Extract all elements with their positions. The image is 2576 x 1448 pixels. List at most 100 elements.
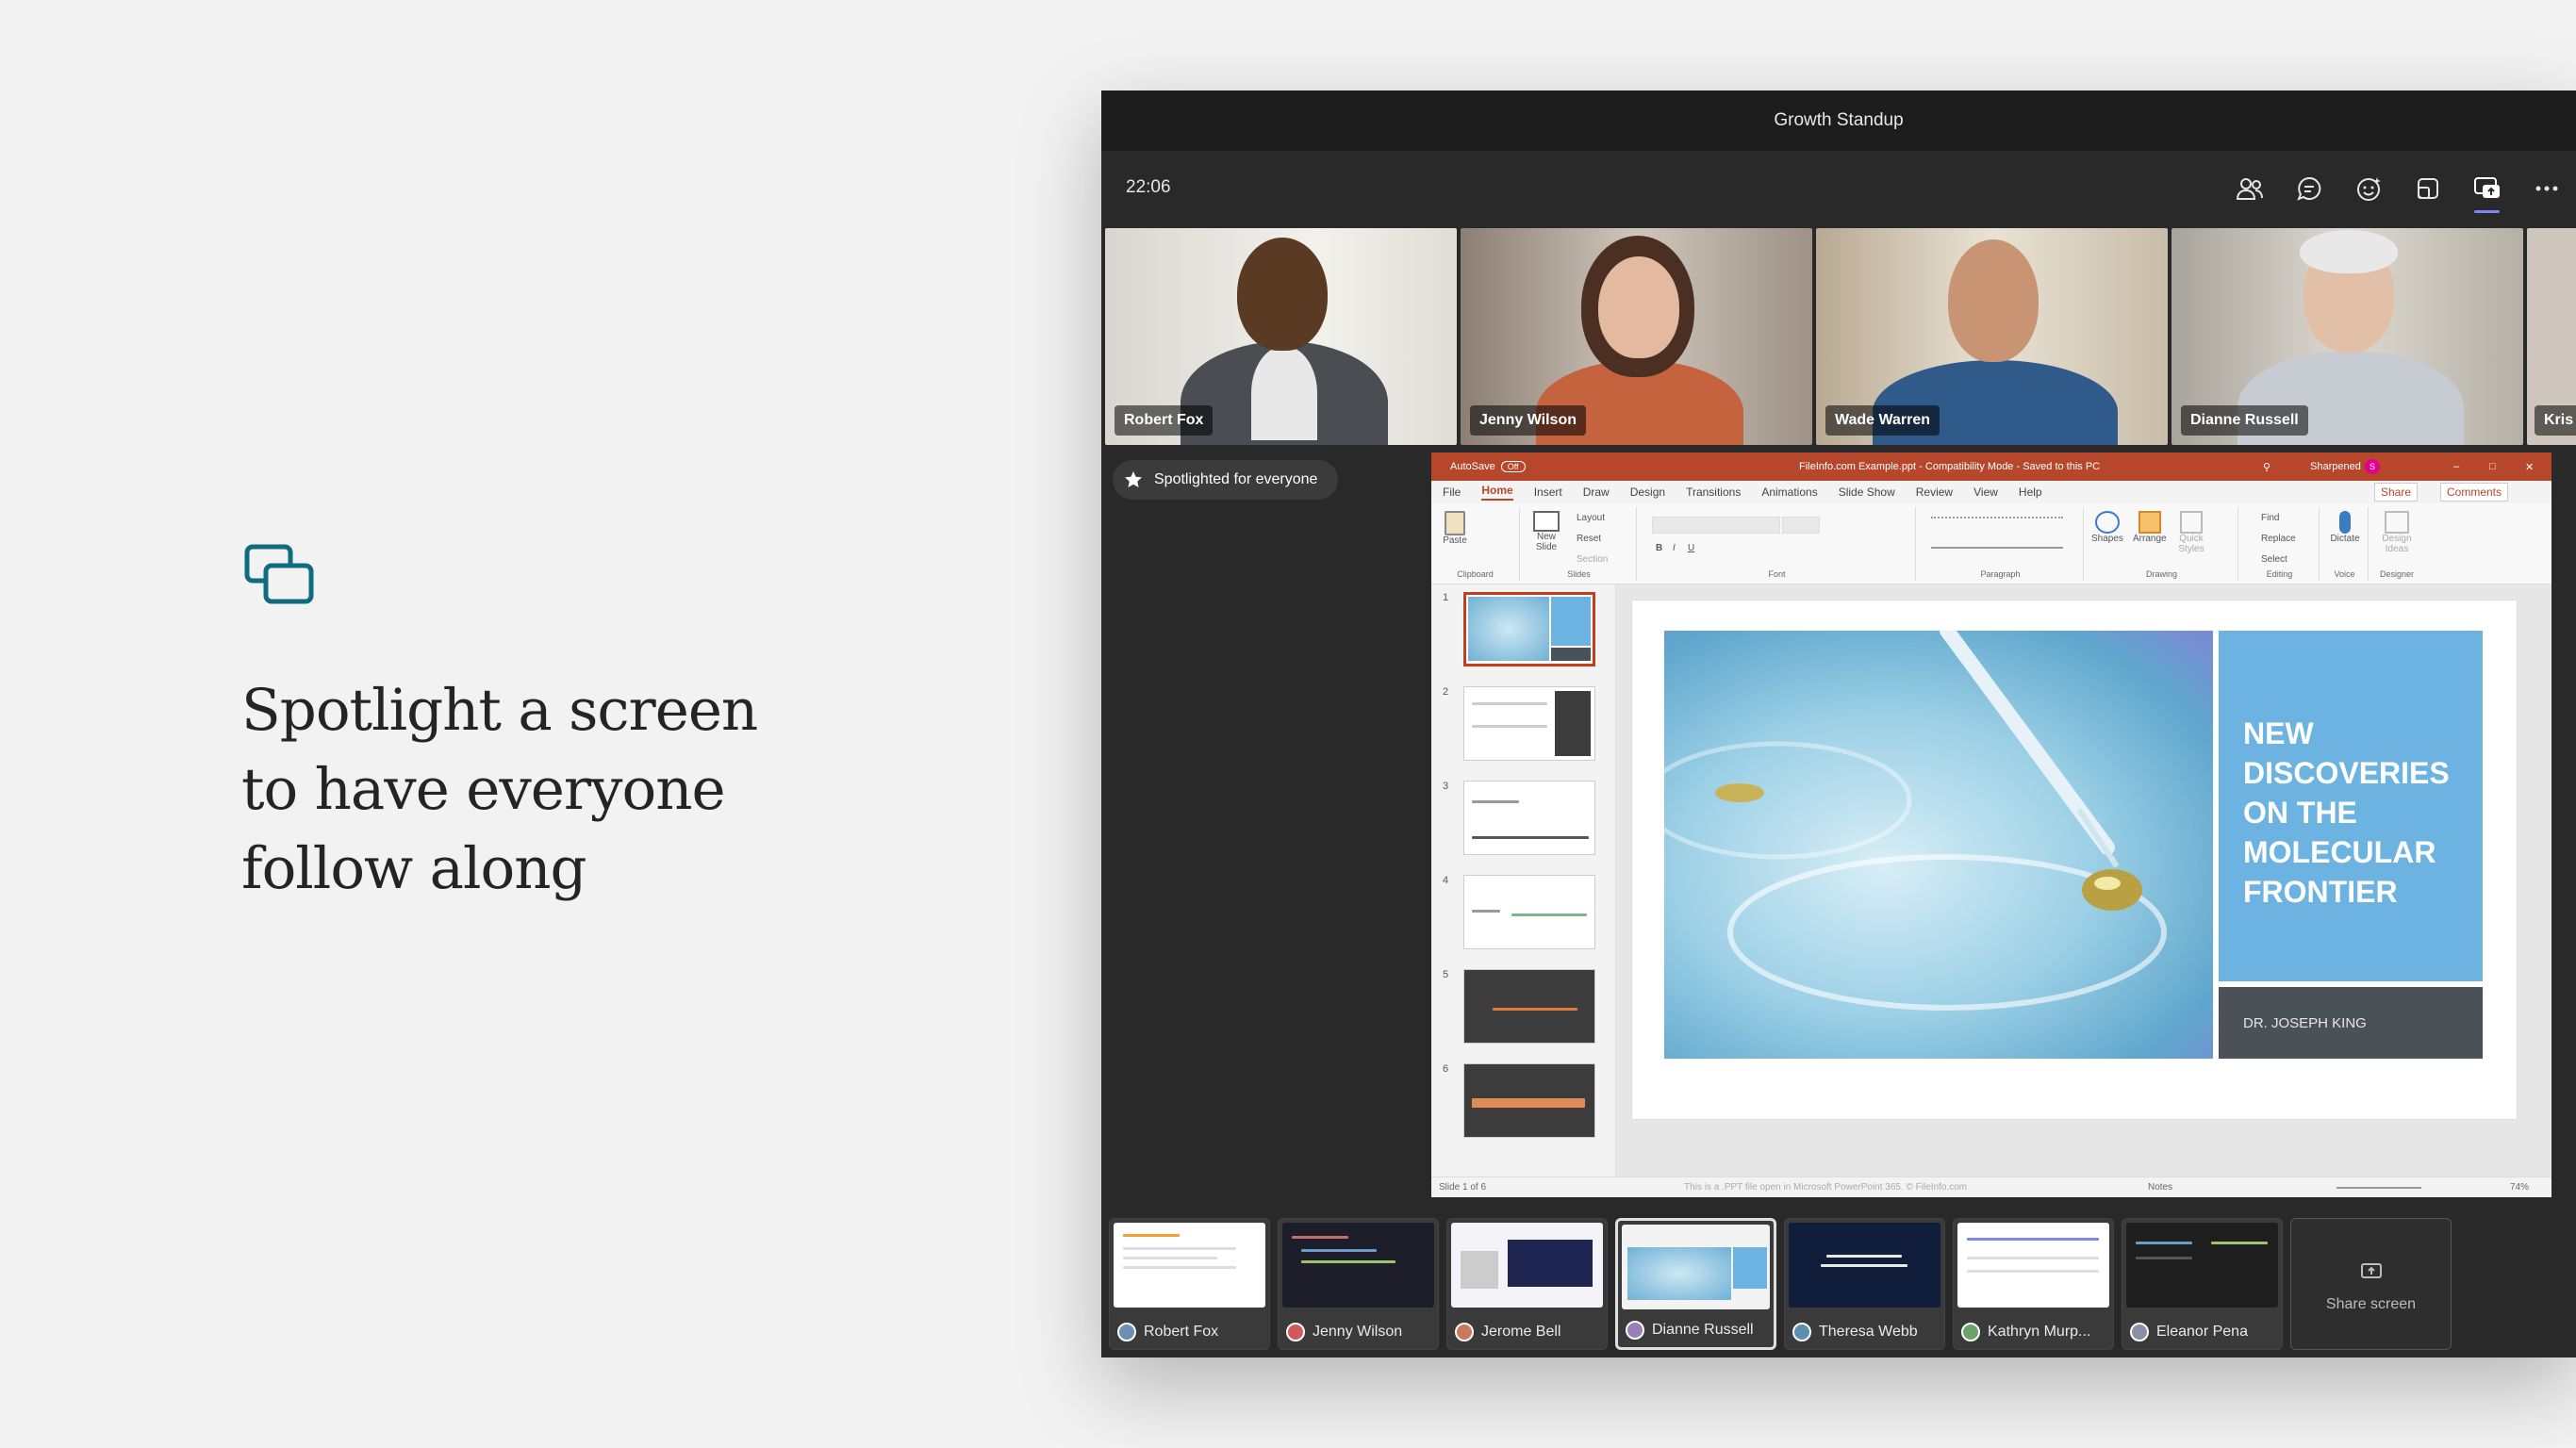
spotlight-badge[interactable]: Spotlighted for everyone (1113, 460, 1339, 500)
font-size-select[interactable] (1782, 517, 1820, 534)
ppt-user: Sharpened (2310, 461, 2361, 472)
ribbon-group-label: Clipboard (1457, 569, 1494, 579)
slide-author: DR. JOSEPH KING (2243, 1015, 2367, 1031)
sharer-name: Jerome Bell (1481, 1324, 1561, 1340)
shapes-label: Shapes (2091, 534, 2123, 544)
font-family-select[interactable] (1652, 517, 1780, 534)
ribbon-group-editing: Find Replace Select Editing (2240, 507, 2320, 581)
replace-button[interactable]: Replace (2261, 534, 2296, 544)
people-button[interactable] (2220, 164, 2279, 213)
participant-name: Kris (2535, 405, 2576, 436)
pipette-icon (1664, 631, 2167, 1011)
participant-tile[interactable]: Kris (2527, 228, 2576, 445)
sharer-name: Jenny Wilson (1313, 1324, 1403, 1340)
new-slide-label: New Slide (1535, 532, 1558, 552)
close-icon[interactable]: ✕ (2525, 461, 2534, 473)
shared-screen-card[interactable]: Robert Fox (1109, 1218, 1270, 1350)
menu-help[interactable]: Help (2019, 485, 2042, 499)
align-icon[interactable] (1931, 547, 2063, 549)
menu-file[interactable]: File (1443, 485, 1461, 499)
ribbon-group-label: Designer (2379, 569, 2415, 579)
arrange-button[interactable]: Arrange (2133, 511, 2167, 544)
menu-draw[interactable]: Draw (1583, 485, 1610, 499)
quick-styles-button[interactable]: Quick Styles (2174, 511, 2208, 554)
participant-tile[interactable]: Wade Warren (1816, 228, 2168, 445)
participant-tile[interactable]: Jenny Wilson (1461, 228, 1812, 445)
menu-animations[interactable]: Animations (1761, 485, 1817, 499)
ribbon-group-label: Paragraph (1980, 569, 2021, 579)
menu-slide-show[interactable]: Slide Show (1839, 485, 1895, 499)
avatar (1237, 238, 1328, 351)
rooms-button[interactable] (2398, 164, 2457, 213)
screen-share-icon (244, 544, 314, 604)
shared-screen-card[interactable]: Kathryn Murp... (1953, 1218, 2114, 1350)
menu-insert[interactable]: Insert (1534, 485, 1562, 499)
menu-view[interactable]: View (1973, 485, 1998, 499)
avatar (1948, 239, 2039, 362)
notes-button[interactable]: Notes (2148, 1182, 2172, 1193)
reactions-button[interactable] (2338, 164, 2398, 213)
slide-thumbnail[interactable] (1463, 969, 1595, 1044)
ppt-statusbar: Slide 1 of 6 This is a .PPT file open in… (1431, 1176, 2551, 1197)
reset-button[interactable]: Reset (1577, 534, 1601, 544)
shared-screen-card[interactable]: Jenny Wilson (1278, 1218, 1439, 1350)
shared-screen-card[interactable]: Eleanor Pena (2122, 1218, 2283, 1350)
search-icon[interactable]: ⚲ (2263, 461, 2271, 473)
layout-button[interactable]: Layout (1577, 513, 1605, 523)
shared-screen-card[interactable]: Dianne Russell (1615, 1218, 1776, 1350)
ribbon-group-clipboard: Paste Clipboard (1431, 507, 1520, 581)
participant-tile[interactable]: Dianne Russell (2171, 228, 2523, 445)
ribbon-group-label: Slides (1567, 569, 1591, 579)
powerpoint-share[interactable]: AutoSave Off FileInfo.com Example.ppt - … (1431, 452, 2551, 1197)
headline-line-3: follow along (241, 835, 587, 902)
autosave-state: Off (1507, 462, 1519, 471)
slide-author-box: DR. JOSEPH KING (2219, 987, 2483, 1059)
section-button[interactable]: Section (1577, 554, 1608, 565)
slide-canvas[interactable]: NEW DISCOVERIES ON THE MOLECULAR FRONTIE… (1631, 600, 2518, 1120)
shapes-icon (2094, 511, 2120, 534)
menu-home[interactable]: Home (1481, 484, 1513, 501)
slide-thumbnail[interactable] (1463, 875, 1595, 949)
maximize-icon[interactable]: □ (2489, 461, 2496, 472)
people-icon (2236, 178, 2263, 200)
slide-thumbnail[interactable] (1463, 686, 1595, 761)
chat-button[interactable] (2279, 164, 2338, 213)
share-screen-button[interactable]: Share screen (2290, 1218, 2452, 1350)
design-ideas-button[interactable]: Design Ideas (2374, 511, 2419, 554)
chat-icon (2296, 176, 2320, 201)
screen-preview (1789, 1223, 1940, 1308)
dictate-label: Dictate (2330, 534, 2360, 544)
menu-transitions[interactable]: Transitions (1686, 485, 1741, 499)
bullets-icon[interactable] (1931, 517, 2063, 518)
ribbon-group-designer: Design Ideas Designer (2370, 507, 2423, 581)
dictate-button[interactable]: Dictate (2325, 511, 2365, 544)
slide-thumbnail[interactable] (1463, 781, 1595, 855)
shared-screen-card[interactable]: Theresa Webb (1784, 1218, 1945, 1350)
ppt-share-button[interactable]: Share (2374, 483, 2419, 502)
more-button[interactable] (2517, 164, 2576, 213)
share-button[interactable] (2457, 164, 2517, 213)
slide-thumbnail[interactable] (1463, 1063, 1595, 1138)
underline-button[interactable]: U (1688, 543, 1694, 553)
menu-design[interactable]: Design (1630, 485, 1665, 499)
menu-review[interactable]: Review (1916, 485, 1953, 499)
bold-button[interactable]: B (1656, 543, 1662, 553)
zoom-slider[interactable] (2337, 1187, 2421, 1189)
reactions-icon (2356, 177, 2381, 201)
participant-tile[interactable]: Robert Fox (1105, 228, 1457, 445)
autosave-toggle[interactable]: Off (1500, 461, 1526, 472)
paste-button[interactable]: Paste (1439, 511, 1471, 546)
shapes-button[interactable]: Shapes (2091, 511, 2123, 544)
find-button[interactable]: Find (2261, 513, 2279, 523)
shared-screen-card[interactable]: Jerome Bell (1446, 1218, 1608, 1350)
ppt-comments-button[interactable]: Comments (2440, 483, 2509, 502)
italic-button[interactable]: I (1673, 543, 1676, 553)
select-button[interactable]: Select (2261, 554, 2287, 565)
sharer-name: Dianne Russell (1652, 1322, 1754, 1338)
slide-thumbnails: 1 2 3 4 5 6 (1431, 584, 1616, 1176)
minimize-icon[interactable]: – (2453, 461, 2459, 472)
slide-thumbnail[interactable] (1463, 592, 1595, 666)
share-icon (2473, 177, 2500, 198)
avatar (1286, 1323, 1305, 1341)
new-slide-button[interactable]: New Slide (1527, 511, 1565, 552)
